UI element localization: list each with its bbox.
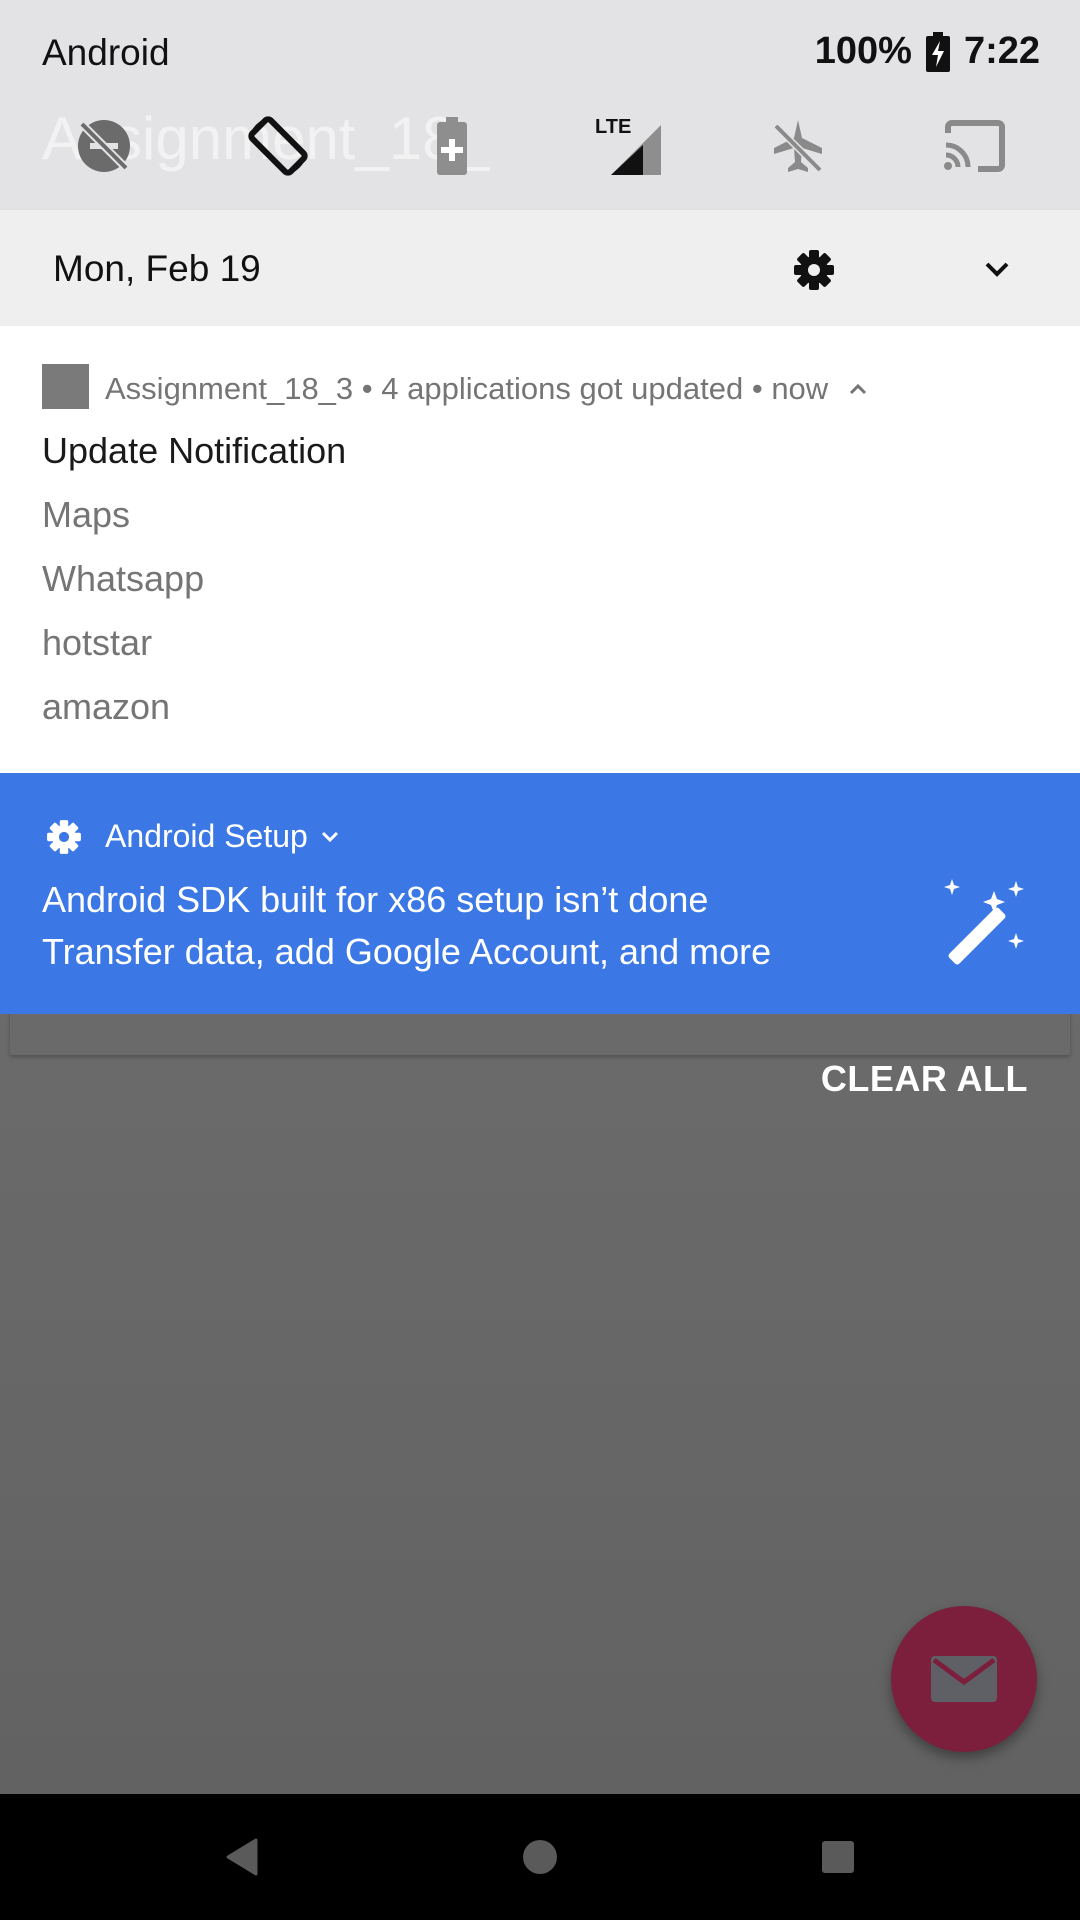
tile-mobile-data[interactable]: LTE (588, 106, 668, 186)
lte-signal-icon: LTE (595, 116, 661, 175)
home-button[interactable] (500, 1822, 580, 1892)
home-circle-icon (523, 1840, 557, 1874)
recents-button[interactable] (798, 1822, 878, 1892)
recents-square-icon (822, 1841, 854, 1873)
cast-icon (944, 120, 1005, 172)
notification-time: now (771, 371, 829, 406)
battery-charging-icon (925, 31, 950, 72)
settings-button[interactable] (788, 244, 840, 296)
notification-app-name: Assignment_18_3 (105, 371, 354, 406)
tile-auto-rotate[interactable] (238, 106, 318, 186)
fab-mail-button[interactable] (891, 1606, 1037, 1752)
carrier-label: Android (42, 32, 170, 73)
notification-android-setup[interactable]: Android Setup Android SDK built for x86 … (0, 773, 1080, 1014)
status-right-group: 100% 7:22 (815, 30, 1040, 73)
date-label: Mon, Feb 19 (53, 248, 261, 289)
notification-header: Android Setup (105, 818, 342, 855)
notification-title: Update Notification (42, 430, 347, 471)
quick-settings-header: Assignment_18_ Android 100% 7:22 LTE (0, 0, 1080, 210)
expand-quick-settings-button[interactable] (976, 248, 1018, 290)
status-time: 7:22 (963, 30, 1040, 72)
mail-icon (931, 1656, 997, 1702)
back-button[interactable] (202, 1822, 282, 1892)
notification-line: Maps (42, 494, 131, 535)
separator-dot: • (361, 371, 382, 406)
battery-saver-icon (437, 117, 467, 175)
chevron-up-icon[interactable] (845, 379, 871, 399)
notification-update[interactable]: Assignment_18_3 • 4 applications got upd… (0, 326, 1080, 773)
tile-do-not-disturb[interactable] (64, 106, 144, 186)
tile-cast[interactable] (934, 106, 1014, 186)
separator-dot: • (751, 371, 772, 406)
chevron-down-icon[interactable] (318, 827, 342, 847)
tile-battery-saver[interactable] (412, 106, 492, 186)
battery-percent: 100% (814, 30, 912, 72)
gear-icon (47, 820, 81, 854)
clear-all-button[interactable]: CLEAR ALL (821, 1058, 1028, 1100)
notification-header: Assignment_18_3 • 4 applications got upd… (105, 371, 871, 407)
tile-airplane-mode[interactable] (758, 106, 838, 186)
notification-line: hotstar (42, 622, 153, 663)
notification-title: Android SDK built for x86 setup isn’t do… (42, 879, 709, 920)
app-icon (42, 364, 89, 409)
notification-line: amazon (42, 686, 171, 727)
magic-wand-icon (944, 879, 1024, 965)
notification-summary: 4 applications got updated (381, 371, 744, 406)
svg-text:LTE: LTE (595, 116, 631, 138)
airplane-mode-icon (773, 120, 823, 173)
notification-line: Whatsapp (42, 558, 205, 599)
gear-icon (794, 250, 834, 290)
back-triangle-icon (226, 1838, 258, 1876)
navigation-bar (0, 1794, 1080, 1920)
notification-app-name: Android Setup (105, 818, 308, 854)
auto-rotate-icon (248, 116, 308, 176)
do-not-disturb-off-icon (78, 120, 130, 172)
date-bar: Mon, Feb 19 (0, 210, 1080, 326)
chevron-down-icon (985, 262, 1009, 277)
notification-text: Transfer data, add Google Account, and m… (42, 931, 772, 972)
